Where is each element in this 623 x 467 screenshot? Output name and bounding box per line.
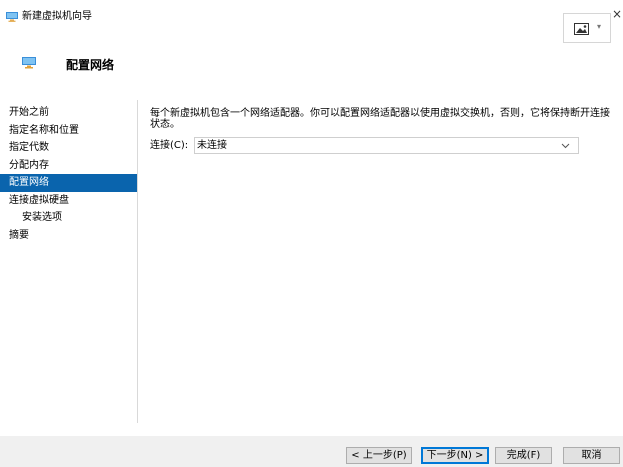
nav-item-virtual-disk[interactable]: 连接虚拟硬盘 — [0, 192, 137, 210]
nav-item-before-you-begin[interactable]: 开始之前 — [0, 104, 137, 122]
page-title: 配置网络 — [66, 58, 115, 72]
picture-dropdown-button[interactable]: ▾ — [563, 13, 611, 43]
wizard-window: 新建虚拟机向导 × ▾ 配置网络 开始之前 指定名称和位置 指定代数 分配内存 … — [0, 0, 623, 467]
monitor-icon — [6, 12, 18, 22]
nav-item-networking[interactable]: 配置网络 — [0, 174, 137, 192]
wizard-nav: 开始之前 指定名称和位置 指定代数 分配内存 配置网络 连接虚拟硬盘 安装选项 … — [0, 104, 137, 244]
previous-button[interactable]: < 上一步(P) — [346, 447, 412, 464]
nav-divider — [137, 100, 138, 423]
nav-item-generation[interactable]: 指定代数 — [0, 139, 137, 157]
connection-value: 未连接 — [197, 140, 227, 151]
connection-label: 连接(C): — [150, 140, 189, 151]
nav-item-memory[interactable]: 分配内存 — [0, 157, 137, 175]
title-bar: 新建虚拟机向导 × — [0, 0, 623, 30]
next-button[interactable]: 下一步(N) > — [421, 447, 489, 464]
cancel-button[interactable]: 取消 — [563, 447, 620, 464]
close-icon[interactable]: × — [612, 8, 622, 20]
picture-icon — [574, 23, 589, 35]
nav-item-summary[interactable]: 摘要 — [0, 227, 137, 245]
chevron-down-icon: ▾ — [597, 22, 602, 31]
connection-select[interactable]: 未连接 — [194, 137, 579, 154]
window-title: 新建虚拟机向导 — [22, 11, 92, 22]
nav-item-name-location[interactable]: 指定名称和位置 — [0, 122, 137, 140]
description-text: 每个新虚拟机包含一个网络适配器。你可以配置网络适配器以使用虚拟交换机，否则，它将… — [150, 108, 610, 130]
finish-button[interactable]: 完成(F) — [495, 447, 552, 464]
monitor-icon — [22, 57, 36, 69]
chevron-down-icon — [561, 143, 570, 149]
nav-item-install-options[interactable]: 安装选项 — [0, 209, 137, 227]
